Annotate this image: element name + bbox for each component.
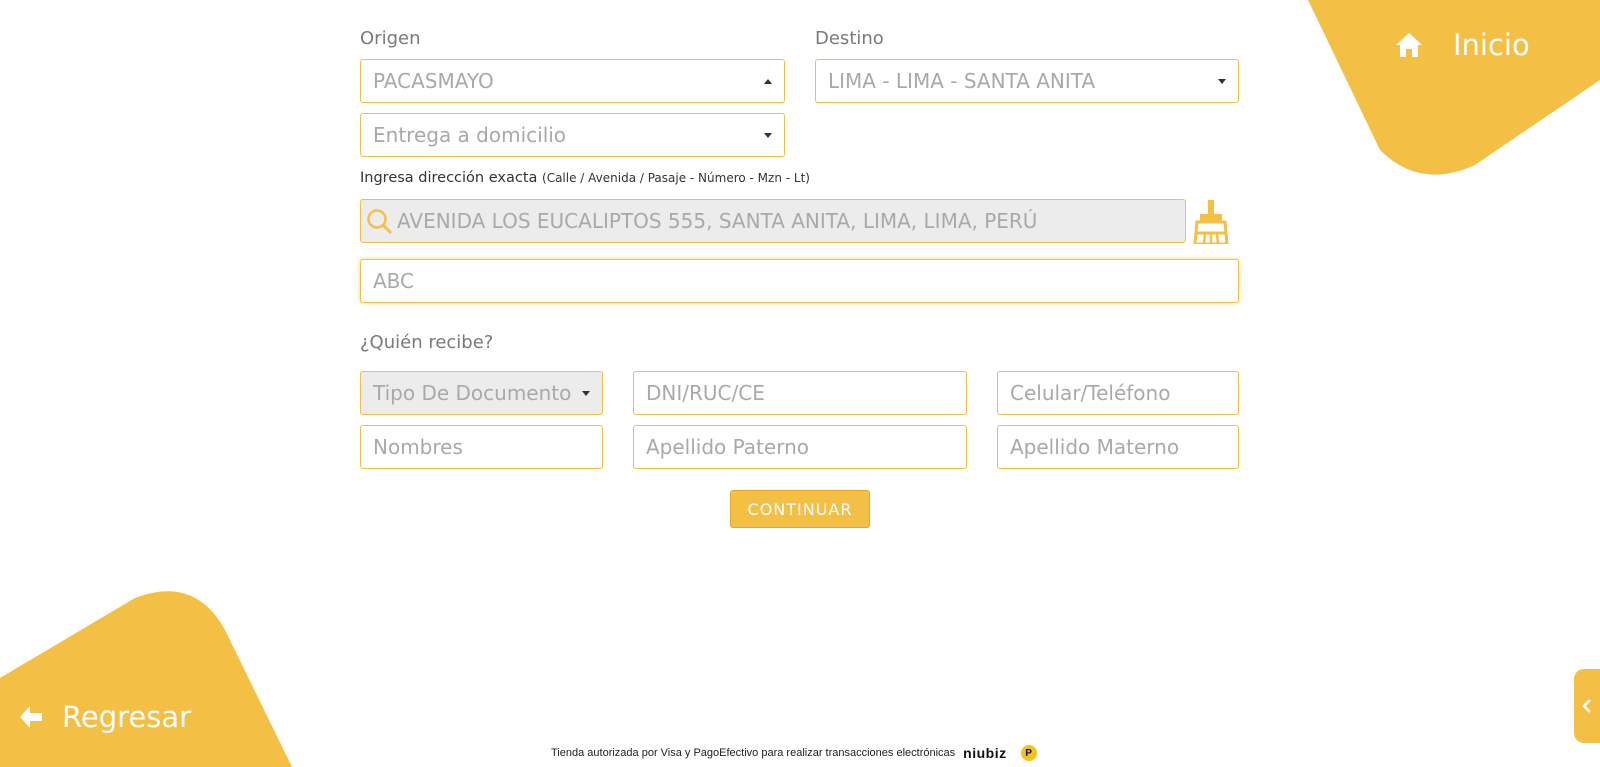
continue-button[interactable]: CONTINUAR bbox=[730, 490, 870, 528]
receiver-label: ¿Quién recibe? bbox=[360, 332, 494, 353]
address-search-value: AVENIDA LOS EUCALIPTOS 555, SANTA ANITA,… bbox=[397, 209, 1038, 233]
address-hint-label: Ingresa dirección exacta bbox=[360, 170, 538, 186]
destination-label: Destino bbox=[815, 28, 884, 49]
arrow-left-icon bbox=[20, 706, 42, 728]
chevron-left-icon bbox=[1582, 699, 1591, 713]
home-icon bbox=[1396, 33, 1422, 57]
delivery-type-select[interactable]: Entrega a domicilio bbox=[360, 113, 785, 157]
address-hint-detail: (Calle / Avenida / Pasaje - Número - Mzn… bbox=[542, 171, 810, 185]
pagoefectivo-logo: P bbox=[1020, 745, 1037, 761]
footer: Tienda autorizada por Visa y PagoEfectiv… bbox=[551, 745, 1037, 761]
document-number-input[interactable]: DNI/RUC/CE bbox=[633, 371, 967, 415]
maternal-surname-input[interactable]: Apellido Materno bbox=[997, 425, 1239, 469]
origin-select[interactable]: PACASMAYO bbox=[360, 59, 785, 103]
home-label: Inicio bbox=[1453, 28, 1530, 62]
side-panel-toggle[interactable] bbox=[1574, 669, 1600, 743]
address-reference-input[interactable]: ABC bbox=[360, 259, 1239, 303]
destination-select[interactable]: LIMA - LIMA - SANTA ANITA bbox=[815, 59, 1239, 103]
broom-icon[interactable] bbox=[1193, 200, 1229, 244]
niubiz-logo: niubiz bbox=[963, 745, 1007, 761]
document-type-select[interactable]: Tipo De Documento bbox=[360, 371, 603, 415]
back-link[interactable]: Regresar bbox=[18, 700, 191, 734]
paternal-surname-input[interactable]: Apellido Paterno bbox=[633, 425, 967, 469]
origin-label: Origen bbox=[360, 28, 421, 49]
names-input[interactable]: Nombres bbox=[360, 425, 603, 469]
back-label: Regresar bbox=[62, 700, 192, 734]
address-hint: Ingresa dirección exacta (Calle / Avenid… bbox=[360, 170, 810, 186]
address-search-input[interactable]: AVENIDA LOS EUCALIPTOS 555, SANTA ANITA,… bbox=[360, 199, 1186, 243]
footer-text: Tienda autorizada por Visa y PagoEfectiv… bbox=[551, 747, 956, 759]
search-icon bbox=[367, 209, 393, 235]
home-link[interactable]: Inicio bbox=[1395, 28, 1530, 62]
phone-input[interactable]: Celular/Teléfono bbox=[997, 371, 1239, 415]
